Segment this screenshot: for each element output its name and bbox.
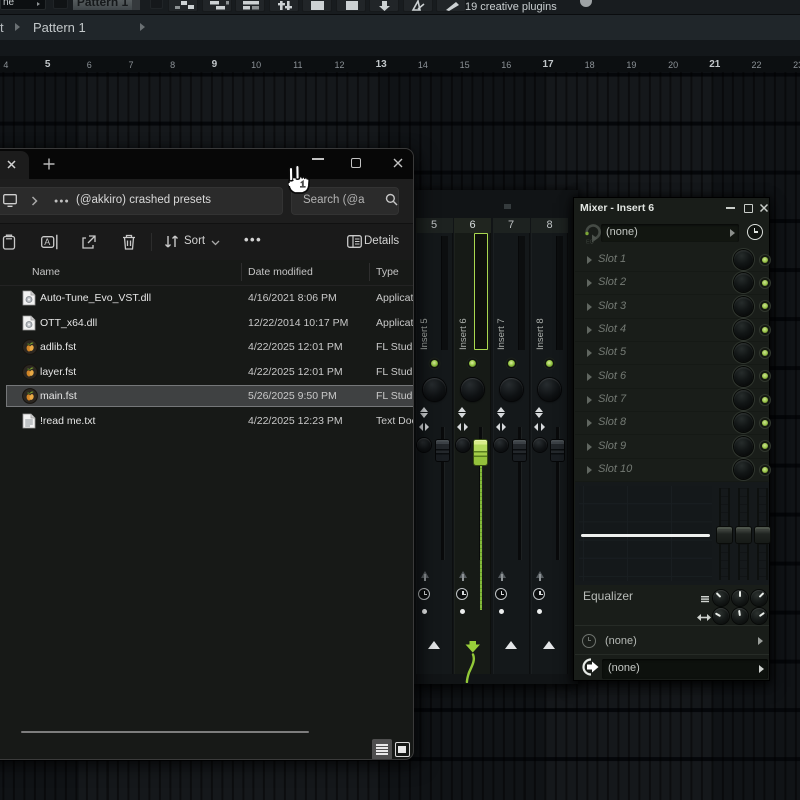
svg-text:A: A — [44, 237, 50, 247]
svg-text:EQ: EQ — [586, 240, 595, 245]
